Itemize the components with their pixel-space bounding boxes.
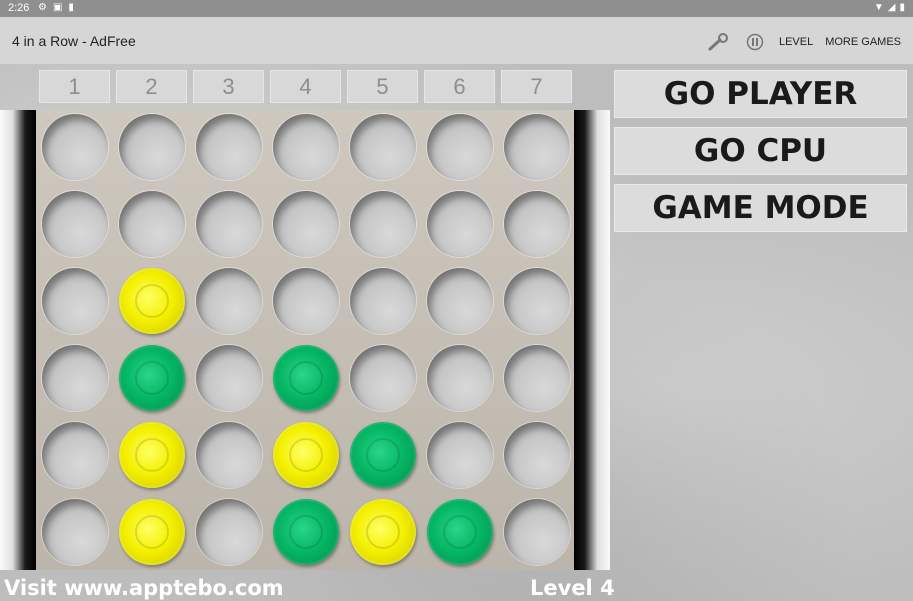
yellow-piece[interactable] bbox=[119, 422, 185, 488]
column-header-1[interactable]: 1 bbox=[39, 70, 110, 103]
board-frame bbox=[0, 110, 610, 570]
sd-card-icon: ▮ bbox=[68, 2, 74, 13]
empty-slot[interactable] bbox=[42, 345, 108, 411]
board-rail-right bbox=[574, 110, 610, 570]
yellow-piece[interactable] bbox=[119, 268, 185, 334]
empty-slot[interactable] bbox=[350, 268, 416, 334]
game-mode-button[interactable]: GAME MODE bbox=[614, 184, 907, 232]
yellow-piece[interactable] bbox=[350, 499, 416, 565]
empty-slot[interactable] bbox=[196, 191, 262, 257]
green-piece[interactable] bbox=[119, 345, 185, 411]
empty-slot[interactable] bbox=[504, 114, 570, 180]
column-header-3[interactable]: 3 bbox=[193, 70, 264, 103]
empty-slot[interactable] bbox=[504, 191, 570, 257]
wrench-icon[interactable] bbox=[707, 32, 731, 52]
empty-slot[interactable] bbox=[504, 345, 570, 411]
empty-slot[interactable] bbox=[504, 499, 570, 565]
piece-ring bbox=[289, 438, 323, 472]
empty-slot[interactable] bbox=[42, 422, 108, 488]
empty-slot[interactable] bbox=[427, 191, 493, 257]
empty-slot[interactable] bbox=[42, 499, 108, 565]
app-bar-actions: LEVEL MORE GAMES bbox=[707, 32, 901, 52]
column-header-7[interactable]: 7 bbox=[501, 70, 572, 103]
piece-ring bbox=[366, 515, 400, 549]
green-piece[interactable] bbox=[427, 499, 493, 565]
empty-slot[interactable] bbox=[42, 268, 108, 334]
empty-slot[interactable] bbox=[42, 191, 108, 257]
piece-ring bbox=[289, 515, 323, 549]
empty-slot[interactable] bbox=[42, 114, 108, 180]
empty-slot[interactable] bbox=[427, 268, 493, 334]
board-rail-left bbox=[0, 110, 36, 570]
level-indicator: Level 4 bbox=[530, 576, 615, 600]
column-header-4[interactable]: 4 bbox=[270, 70, 341, 103]
notification-icon: ▣ bbox=[52, 2, 63, 13]
pause-icon[interactable] bbox=[743, 32, 767, 52]
empty-slot[interactable] bbox=[504, 422, 570, 488]
empty-slot[interactable] bbox=[119, 191, 185, 257]
game-board[interactable] bbox=[36, 110, 574, 570]
settings-gear-icon: ⚙ bbox=[38, 2, 47, 13]
go-cpu-button[interactable]: GO CPU bbox=[614, 127, 907, 175]
piece-ring bbox=[135, 361, 169, 395]
empty-slot[interactable] bbox=[427, 114, 493, 180]
empty-slot[interactable] bbox=[196, 499, 262, 565]
piece-ring bbox=[135, 515, 169, 549]
piece-ring bbox=[135, 284, 169, 318]
piece-ring bbox=[443, 515, 477, 549]
status-bar: 2:26 ⚙ ▣ ▮ ▼ ◢ ▮ bbox=[0, 0, 913, 17]
status-left-icons: ⚙ ▣ ▮ bbox=[38, 2, 74, 13]
piece-ring bbox=[289, 361, 323, 395]
yellow-piece[interactable] bbox=[273, 422, 339, 488]
website-link[interactable]: Visit www.apptebo.com bbox=[4, 576, 284, 600]
piece-ring bbox=[366, 438, 400, 472]
green-piece[interactable] bbox=[273, 345, 339, 411]
game-stage: 1234567 GO PLAYER GO CPU GAME MODE Visit… bbox=[0, 64, 913, 601]
green-piece[interactable] bbox=[273, 499, 339, 565]
empty-slot[interactable] bbox=[273, 114, 339, 180]
empty-slot[interactable] bbox=[119, 114, 185, 180]
signal-icon: ◢ bbox=[887, 2, 896, 13]
more-games-button[interactable]: MORE GAMES bbox=[825, 36, 901, 48]
battery-icon: ▮ bbox=[899, 2, 905, 13]
empty-slot[interactable] bbox=[350, 191, 416, 257]
empty-slot[interactable] bbox=[196, 345, 262, 411]
column-header-5[interactable]: 5 bbox=[347, 70, 418, 103]
app-bar: 4 in a Row - AdFree LEVEL MORE GAMES bbox=[0, 17, 913, 64]
empty-slot[interactable] bbox=[273, 191, 339, 257]
empty-slot[interactable] bbox=[196, 114, 262, 180]
status-right-icons: ▼ ◢ ▮ bbox=[874, 2, 905, 13]
status-time: 2:26 bbox=[8, 2, 30, 14]
empty-slot[interactable] bbox=[273, 268, 339, 334]
column-header-6[interactable]: 6 bbox=[424, 70, 495, 103]
empty-slot[interactable] bbox=[427, 422, 493, 488]
level-button[interactable]: LEVEL bbox=[779, 36, 813, 48]
piece-ring bbox=[135, 438, 169, 472]
empty-slot[interactable] bbox=[504, 268, 570, 334]
empty-slot[interactable] bbox=[196, 268, 262, 334]
empty-slot[interactable] bbox=[350, 114, 416, 180]
wifi-icon: ▼ bbox=[873, 2, 884, 13]
green-piece[interactable] bbox=[350, 422, 416, 488]
column-header-2[interactable]: 2 bbox=[116, 70, 187, 103]
empty-slot[interactable] bbox=[427, 345, 493, 411]
empty-slot[interactable] bbox=[196, 422, 262, 488]
go-player-button[interactable]: GO PLAYER bbox=[614, 70, 907, 118]
app-title: 4 in a Row - AdFree bbox=[12, 33, 136, 49]
empty-slot[interactable] bbox=[350, 345, 416, 411]
yellow-piece[interactable] bbox=[119, 499, 185, 565]
